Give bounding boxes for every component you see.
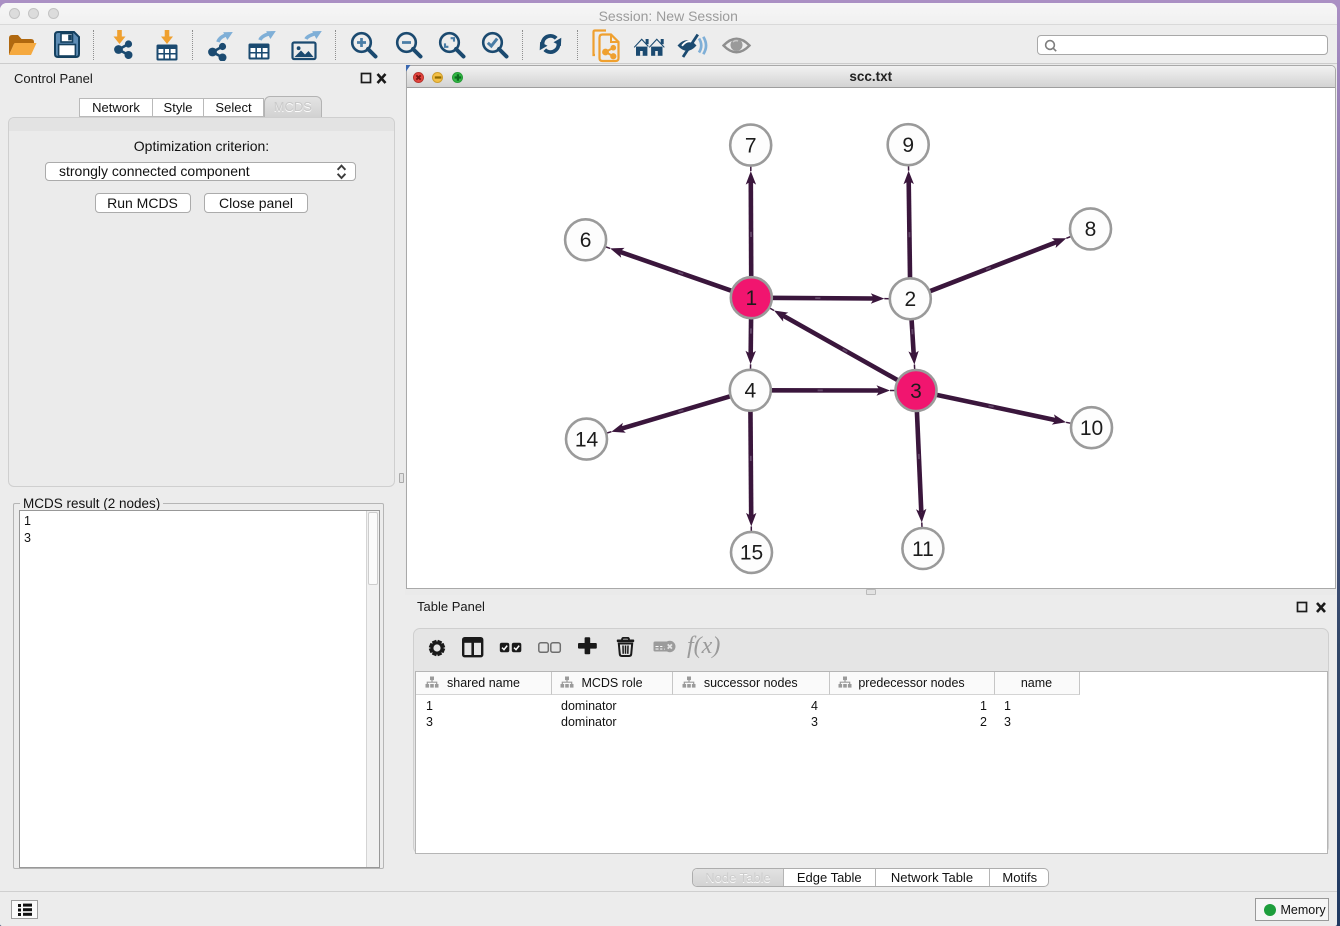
svg-text:7: 7	[744, 134, 756, 157]
svg-text:8: 8	[1084, 218, 1096, 241]
svg-text:1: 1	[745, 287, 757, 310]
svg-text:9: 9	[902, 134, 914, 157]
svg-text:15: 15	[739, 541, 762, 564]
svg-text:6: 6	[579, 229, 591, 252]
svg-text:10: 10	[1079, 417, 1102, 440]
svg-text:4: 4	[744, 379, 756, 402]
svg-text:3: 3	[910, 379, 922, 402]
svg-text:11: 11	[911, 537, 933, 560]
svg-text:2: 2	[904, 288, 916, 311]
svg-text:14: 14	[574, 428, 598, 451]
